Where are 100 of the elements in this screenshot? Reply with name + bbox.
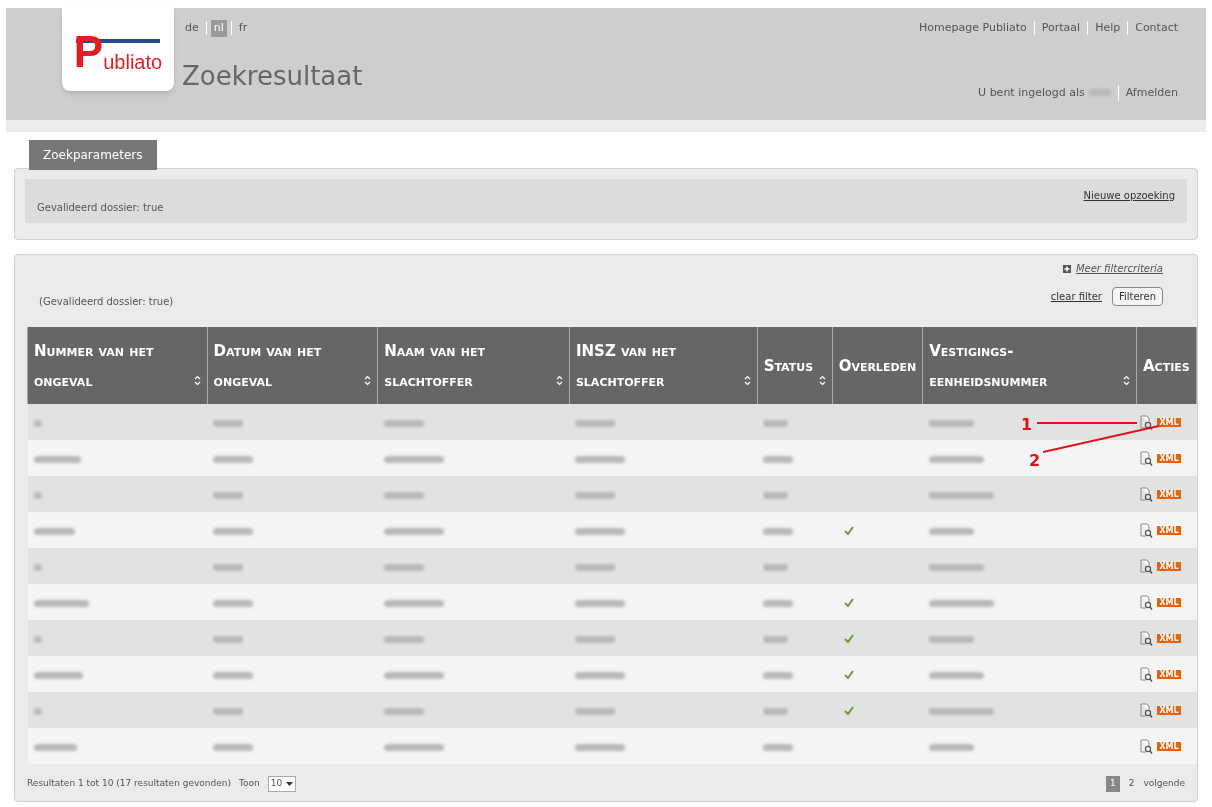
- redacted-text-icon: [763, 600, 794, 607]
- redacted-text-icon: [33, 672, 83, 679]
- redacted-text-icon: [763, 456, 794, 463]
- redacted-text-icon: [33, 564, 42, 571]
- redacted-text-icon: [33, 456, 81, 463]
- redacted-text-icon: [213, 600, 254, 607]
- more-filters-link[interactable]: Meer filtercriteria: [1075, 261, 1163, 276]
- redacted-text-icon: [928, 528, 974, 535]
- redacted-text-icon: [763, 528, 794, 535]
- view-document-icon[interactable]: [1140, 630, 1154, 646]
- annotation-number: 2: [1029, 450, 1041, 472]
- redacted-text-icon: [928, 636, 974, 643]
- column-header[interactable]: Acties: [1136, 327, 1197, 404]
- search-parameters-tab[interactable]: Zoekparameters: [29, 140, 157, 170]
- column-header[interactable]: Overleden: [832, 327, 923, 404]
- view-document-icon[interactable]: [1140, 414, 1154, 430]
- xml-export-link[interactable]: XML: [1157, 489, 1181, 499]
- next-page-link[interactable]: volgende: [1143, 777, 1185, 791]
- logo-text: ubliato: [103, 51, 163, 72]
- column-header[interactable]: Vestigings- eenheidsnummer: [922, 327, 1137, 404]
- dropdown-icon: [286, 781, 294, 786]
- sort-icon[interactable]: [364, 375, 372, 386]
- redacted-text-icon: [33, 636, 42, 643]
- view-document-icon[interactable]: [1140, 702, 1154, 718]
- view-document-icon[interactable]: [1140, 738, 1154, 754]
- view-document-icon[interactable]: [1140, 486, 1154, 502]
- redacted-text-icon: [575, 708, 616, 715]
- redacted-text-icon: [33, 528, 75, 535]
- redacted-text-icon: [575, 744, 626, 751]
- redacted-text-icon: [928, 708, 994, 715]
- results-summary: Resultaten 1 tot 10 (17 resultaten gevonden): [27, 777, 231, 790]
- redacted-text-icon: [213, 420, 244, 427]
- column-header[interactable]: INSZ van het slachtoffer: [569, 327, 758, 404]
- header-link[interactable]: Help: [1095, 20, 1121, 37]
- page-size-select[interactable]: 10: [267, 776, 297, 792]
- view-document-icon[interactable]: [1140, 558, 1154, 574]
- redacted-text-icon: [383, 672, 444, 679]
- search-summary: Gevalideerd dossier: true: [37, 200, 164, 215]
- xml-export-link[interactable]: XML: [1157, 561, 1181, 571]
- logout-link[interactable]: Afmelden: [1125, 84, 1178, 101]
- redacted-text-icon: [383, 708, 424, 715]
- redacted-text-icon: [928, 456, 984, 463]
- clear-filter-link[interactable]: clear filter: [1050, 289, 1102, 304]
- sort-icon[interactable]: [193, 375, 201, 386]
- view-document-icon[interactable]: [1140, 666, 1154, 682]
- column-header[interactable]: Nummer van het ongeval: [27, 327, 208, 404]
- xml-export-link[interactable]: XML: [1157, 669, 1181, 679]
- view-document-icon[interactable]: [1140, 450, 1154, 466]
- language-link[interactable]: fr: [235, 20, 251, 37]
- header-link[interactable]: Homepage Publiato: [919, 20, 1027, 37]
- redacted-text-icon: [213, 528, 254, 535]
- language-link[interactable]: nl: [210, 20, 227, 37]
- page-link[interactable]: 1: [1106, 776, 1120, 792]
- sort-icon[interactable]: [743, 375, 751, 386]
- redacted-text-icon: [213, 636, 244, 643]
- redacted-text-icon: [928, 744, 974, 751]
- annotation-number: 1: [1021, 414, 1033, 436]
- page-link[interactable]: 2: [1127, 777, 1136, 791]
- redacted-text-icon: [213, 564, 244, 571]
- xml-export-link[interactable]: XML: [1157, 417, 1181, 427]
- language-link[interactable]: de: [182, 20, 202, 37]
- redacted-text-icon: [575, 636, 616, 643]
- redacted-text-icon: [383, 564, 424, 571]
- sort-icon[interactable]: [555, 375, 563, 386]
- column-header[interactable]: Naam van het slachtoffer: [377, 327, 570, 404]
- redacted-text-icon: [575, 672, 626, 679]
- column-header[interactable]: Status: [757, 327, 833, 404]
- redacted-text-icon: [763, 420, 789, 427]
- xml-export-link[interactable]: XML: [1157, 741, 1181, 751]
- xml-export-link[interactable]: XML: [1157, 453, 1181, 463]
- filter-button[interactable]: Filteren: [1111, 287, 1163, 306]
- redacted-text-icon: [33, 420, 42, 427]
- page-size-label: Toon: [238, 777, 260, 790]
- redacted-text-icon: [213, 456, 254, 463]
- xml-export-link[interactable]: XML: [1157, 525, 1181, 535]
- header-link[interactable]: Portaal: [1041, 20, 1081, 37]
- redacted-text-icon: [575, 600, 626, 607]
- redacted-text-icon: [33, 708, 42, 715]
- redacted-text-icon: [575, 528, 626, 535]
- redacted-text-icon: [575, 564, 616, 571]
- sort-icon[interactable]: [1122, 375, 1130, 386]
- xml-export-link[interactable]: XML: [1157, 705, 1181, 715]
- sort-icon[interactable]: [818, 375, 826, 386]
- redacted-text-icon: [763, 744, 794, 751]
- xml-export-link[interactable]: XML: [1157, 597, 1181, 607]
- plus-icon[interactable]: [1062, 264, 1071, 273]
- redacted-text-icon: [213, 708, 244, 715]
- header-link[interactable]: Contact: [1135, 20, 1178, 37]
- redacted-text-icon: [33, 744, 77, 751]
- redacted-text-icon: [763, 492, 789, 499]
- new-search-link[interactable]: Nieuwe opzoeking: [1083, 187, 1175, 203]
- view-document-icon[interactable]: [1140, 522, 1154, 538]
- page-title: Zoekresultaat: [182, 59, 363, 93]
- redacted-text-icon: [763, 672, 794, 679]
- xml-export-link[interactable]: XML: [1157, 633, 1181, 643]
- login-text: U bent ingelogd als: [978, 84, 1085, 101]
- view-document-icon[interactable]: [1140, 594, 1154, 610]
- redacted-text-icon: [383, 636, 424, 643]
- column-header[interactable]: Datum van het ongeval: [207, 327, 378, 404]
- redacted-text-icon: [928, 420, 974, 427]
